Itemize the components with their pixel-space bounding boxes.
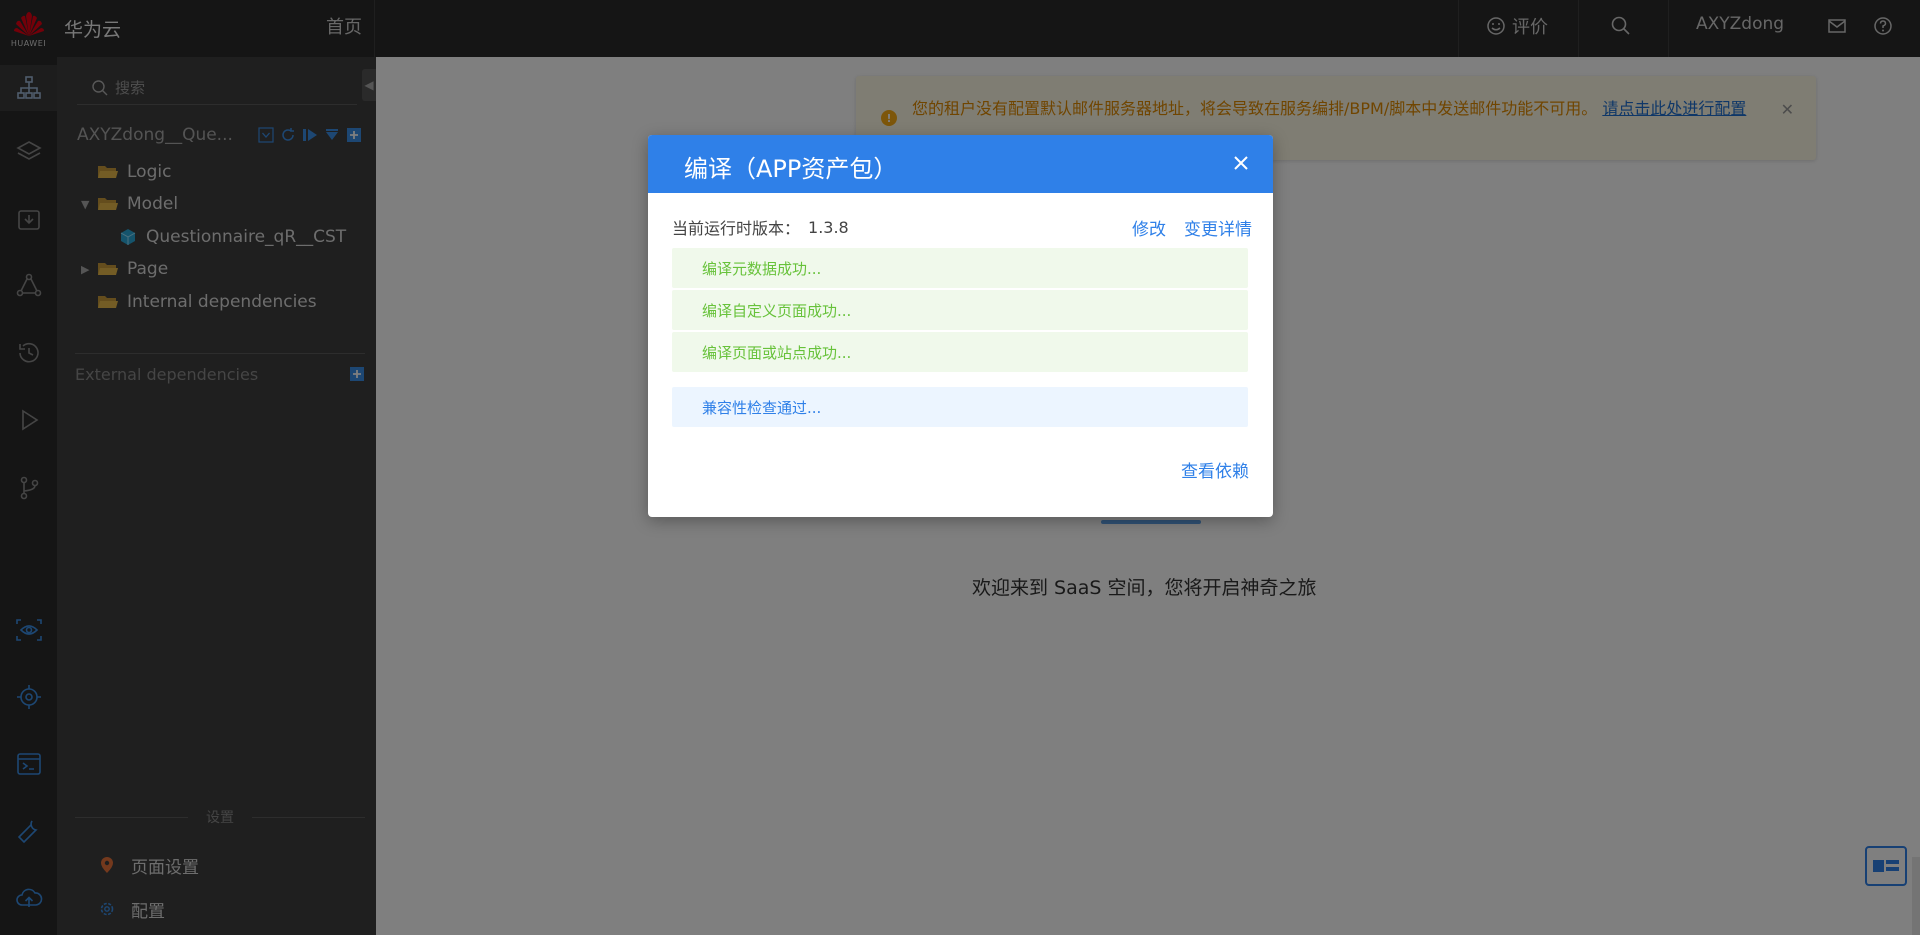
close-icon[interactable]: [1231, 153, 1251, 173]
view-dependencies-link[interactable]: 查看依赖: [1181, 457, 1249, 482]
compile-step: 编译元数据成功...: [672, 248, 1248, 288]
compile-step: 编译自定义页面成功...: [672, 290, 1248, 330]
compile-dialog: 编译（APP资产包） 当前运行时版本： 1.3.8 修改 变更详情 编译元数据成…: [648, 135, 1273, 517]
version-value: 1.3.8: [808, 217, 849, 237]
compile-step: 编译页面或站点成功...: [672, 332, 1248, 372]
change-details-link[interactable]: 变更详情: [1184, 215, 1252, 240]
dialog-title: 编译（APP资产包）: [684, 155, 898, 183]
compile-step: 兼容性检查通过...: [672, 387, 1248, 427]
dialog-header: 编译（APP资产包）: [648, 135, 1273, 193]
version-actions: 修改 变更详情: [1132, 215, 1252, 240]
modify-link[interactable]: 修改: [1132, 215, 1166, 240]
version-label: 当前运行时版本：: [672, 219, 801, 238]
runtime-version-row: 当前运行时版本： 1.3.8 修改 变更详情: [672, 215, 1252, 241]
